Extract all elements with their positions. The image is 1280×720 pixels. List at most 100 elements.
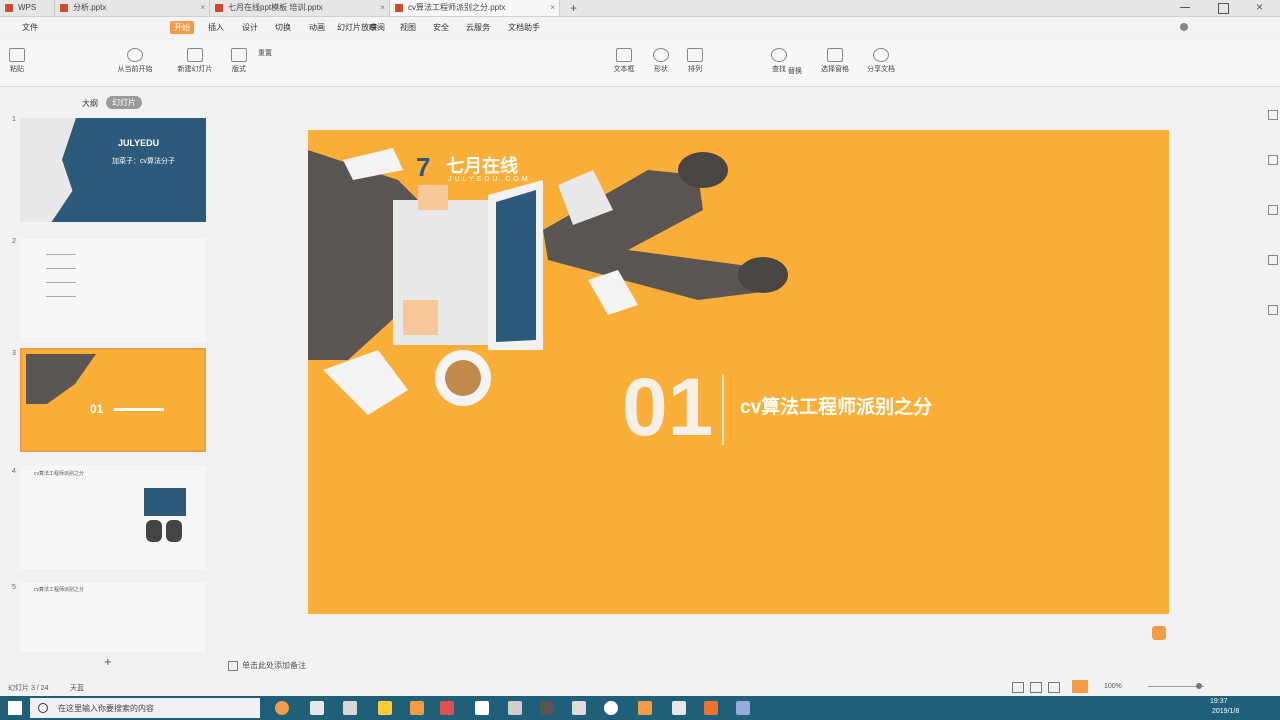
taskbar-app-icon[interactable]: [275, 701, 289, 715]
thumb-illustration: [20, 118, 76, 222]
layout-button[interactable]: 版式: [226, 48, 252, 74]
thumbnail-slide-5[interactable]: cv算法工程师派别之分: [20, 582, 206, 652]
shoe-icon: [678, 152, 728, 188]
sorter-view-icon[interactable]: [1030, 682, 1042, 693]
menu-security[interactable]: 安全: [433, 22, 449, 33]
close-icon[interactable]: ×: [200, 0, 205, 16]
arrange-button[interactable]: 排列: [680, 48, 710, 74]
new-slide-button[interactable]: 新建幻灯片: [170, 48, 220, 74]
maximize-icon[interactable]: [1218, 3, 1229, 14]
taskbar-app-icon[interactable]: [638, 701, 652, 715]
tool-icon[interactable]: [1268, 155, 1278, 165]
close-icon[interactable]: ×: [380, 0, 385, 16]
user-avatar-icon[interactable]: [1180, 23, 1188, 31]
tab-file-3[interactable]: cv算法工程师派别之分.pptx ×: [390, 0, 560, 16]
menu-home[interactable]: 开始: [170, 21, 194, 34]
menu-design[interactable]: 设计: [242, 22, 258, 33]
menu-view[interactable]: 视图: [400, 22, 416, 33]
thumb-title: JULYEDU: [118, 138, 160, 148]
taskbar-app-icon[interactable]: [378, 701, 392, 715]
thumb-line: [46, 296, 76, 297]
ime-icon[interactable]: [1152, 626, 1166, 640]
tool-icon[interactable]: [1268, 255, 1278, 265]
search-icon: [38, 703, 48, 713]
thumb-portrait: [146, 520, 162, 542]
tab-bar: WPS 分析.pptx × 七月在线ppt模板 培训.pptx × cv算法工程师派…: [0, 0, 1280, 17]
notes-icon: [228, 660, 238, 671]
slide-canvas[interactable]: 7 七月在线 JULYEDU.COM 01 cv算法工程师派别之分: [308, 130, 1169, 614]
tool-icon[interactable]: [1268, 205, 1278, 215]
slides-tab[interactable]: 幻灯片: [106, 96, 142, 109]
menu-transition[interactable]: 切换: [275, 22, 291, 33]
close-icon[interactable]: ×: [550, 0, 555, 16]
theme-name: 天蓝: [70, 685, 84, 692]
minimize-icon[interactable]: [1180, 7, 1190, 8]
tab-wps-home[interactable]: WPS: [0, 0, 55, 16]
taskbar-app-icon[interactable]: [604, 701, 618, 715]
shape-button[interactable]: 形状: [648, 48, 674, 74]
zoom-slider-thumb[interactable]: [1196, 683, 1202, 689]
window-controls[interactable]: ×: [1180, 0, 1270, 14]
thumbnail-slide-3[interactable]: 01: [20, 348, 206, 452]
taskbar-app-icon[interactable]: [410, 701, 424, 715]
share-button[interactable]: 分享文档: [862, 48, 900, 74]
taskbar-app-icon[interactable]: [540, 701, 554, 715]
pptx-icon: [215, 4, 223, 12]
reading-view-icon[interactable]: [1048, 682, 1060, 693]
taskbar-app-icon[interactable]: [572, 701, 586, 715]
tab-file-1[interactable]: 分析.pptx ×: [55, 0, 210, 16]
reset-button[interactable]: 重置: [258, 48, 288, 58]
tool-icon[interactable]: [1268, 305, 1278, 315]
hand-icon: [418, 185, 448, 210]
thumb-image: [144, 488, 186, 516]
search-icon: [771, 48, 787, 62]
pptx-icon: [395, 4, 403, 12]
slide-title: cv算法工程师派别之分: [740, 397, 933, 418]
thumbnail-slide-4[interactable]: cv算法工程师派别之分: [20, 466, 206, 570]
taskbar-search-box[interactable]: 在这里输入你要搜索的内容: [30, 698, 260, 718]
hand-icon: [403, 300, 438, 335]
brand-logo-icon: 7: [416, 152, 431, 182]
thumb-line: [46, 282, 76, 283]
arrange-icon: [687, 48, 703, 62]
windows-start-icon[interactable]: [8, 701, 22, 715]
outline-tab[interactable]: 大纲: [82, 98, 98, 109]
tab-file-2[interactable]: 七月在线ppt模板 培训.pptx ×: [210, 0, 390, 16]
replace-button[interactable]: 替换: [782, 66, 808, 76]
laptop-display: [496, 190, 536, 342]
play-from-current-button[interactable]: 从当前开始: [110, 48, 160, 74]
thumb-number: 5: [12, 584, 16, 591]
taskbar-app-icon[interactable]: [736, 701, 750, 715]
add-slide-icon[interactable]: +: [104, 654, 112, 669]
normal-view-icon[interactable]: [1012, 682, 1024, 693]
zoom-level: 100%: [1104, 683, 1122, 690]
tool-icon[interactable]: [1268, 110, 1278, 120]
menu-animation[interactable]: 动画: [309, 22, 325, 33]
slide-count: 幻灯片 3 / 24: [8, 685, 49, 692]
taskbar-app-icon[interactable]: [672, 701, 686, 715]
taskbar-app-icon[interactable]: [440, 701, 454, 715]
taskbar-app-icon[interactable]: [475, 701, 489, 715]
menu-file[interactable]: 文件: [22, 22, 38, 33]
menu-cloud[interactable]: 云服务: [466, 22, 490, 33]
selection-pane-button[interactable]: 选择窗格: [816, 48, 854, 74]
play-slideshow-icon[interactable]: [1072, 680, 1088, 693]
brand-logo-text: 七月在线: [446, 156, 518, 176]
taskbar-app-icon[interactable]: [310, 701, 324, 715]
menu-review[interactable]: 审阅: [369, 22, 385, 33]
coffee-icon: [445, 360, 481, 396]
notes-area[interactable]: 单击此处添加备注: [228, 660, 306, 671]
thumbnail-slide-2[interactable]: [20, 238, 206, 342]
menu-insert[interactable]: 插入: [208, 22, 224, 33]
new-tab-icon[interactable]: +: [570, 0, 577, 16]
taskbar-app-icon[interactable]: [343, 701, 357, 715]
os-taskbar: 在这里输入你要搜索的内容 19:37 2019/1/8: [0, 696, 1280, 720]
pptx-icon: [60, 4, 68, 12]
textbox-button[interactable]: 文本框: [610, 48, 638, 74]
close-window-icon[interactable]: ×: [1256, 0, 1263, 14]
paste-button[interactable]: 粘贴: [6, 48, 28, 74]
taskbar-app-icon[interactable]: [508, 701, 522, 715]
menu-assistant[interactable]: 文档助手: [508, 22, 540, 33]
thumbnail-slide-1[interactable]: JULYEDU 加菜子：cv算法分子: [20, 118, 206, 222]
taskbar-app-icon[interactable]: [704, 701, 718, 715]
